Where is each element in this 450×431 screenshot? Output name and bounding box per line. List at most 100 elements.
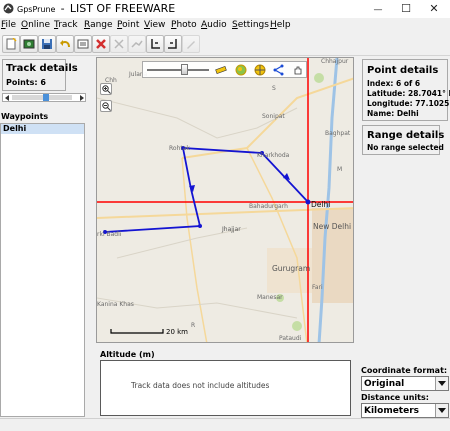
point-name: Name: Delhi xyxy=(367,109,419,118)
delete-range-icon xyxy=(131,40,143,48)
park-area xyxy=(292,321,302,331)
distance-units-select[interactable]: Kilometers xyxy=(361,403,449,418)
set-range-end-button[interactable] xyxy=(164,35,182,53)
map-label-s: S xyxy=(272,85,276,92)
track-points-count: Points: 6 xyxy=(6,78,46,87)
drag-hand-icon[interactable] xyxy=(292,64,304,76)
menu-online[interactable]: Online xyxy=(21,19,50,31)
zoom-out-icon xyxy=(102,102,111,111)
set-range-start-button[interactable] xyxy=(146,35,164,53)
edit-point-button[interactable] xyxy=(74,35,92,53)
map-label-kanina-khas: Kanina Khas xyxy=(97,301,134,308)
delete-point-button[interactable] xyxy=(92,35,110,53)
open-photo-button[interactable] xyxy=(20,35,38,53)
start-range-icon xyxy=(151,39,160,49)
app-name: GpsPrune xyxy=(17,5,56,14)
status-bar xyxy=(0,418,450,431)
track-details-panel: Track details Points: 6 xyxy=(2,59,78,91)
document-title: LIST OF FREEWARE xyxy=(69,2,176,15)
map-label-manesar: Manesar xyxy=(257,294,283,301)
map-label-pataudi: Pataudi xyxy=(279,335,302,342)
map-view[interactable]: Chhajpur Julana Chh S Sonipat Baghpat Ro… xyxy=(96,57,354,343)
altitude-chart-area: Track data does not include altitudes xyxy=(100,360,351,416)
map-label-baghpat: Baghpat xyxy=(325,130,351,137)
map-label-r: R xyxy=(191,322,195,329)
globe-icon[interactable] xyxy=(235,64,247,76)
menu-range[interactable]: Range xyxy=(84,19,113,31)
map-label-chhajpur: Chhajpur xyxy=(321,58,349,65)
coordinate-format-select[interactable]: Original xyxy=(361,376,449,391)
map-label-fari: Fari xyxy=(312,284,323,291)
list-item[interactable]: Delhi xyxy=(1,124,84,134)
close-icon: ✕ xyxy=(429,2,439,15)
menu-audio[interactable]: Audio xyxy=(201,19,227,31)
undo-icon xyxy=(60,40,70,48)
point-index: Index: 6 of 6 xyxy=(367,79,421,88)
title-bar: GpsPrune - LIST OF FREEWARE — ☐ ✕ xyxy=(0,0,450,18)
delete-range-button[interactable] xyxy=(128,35,146,53)
scroll-left-icon[interactable] xyxy=(4,95,10,101)
scrollbar-track xyxy=(12,95,72,100)
chevron-down-icon xyxy=(438,381,446,386)
new-file-icon xyxy=(6,38,17,50)
point-details-title: Point details xyxy=(367,65,439,76)
waypoints-title: Waypoints xyxy=(1,112,49,121)
dropdown-arrow[interactable] xyxy=(435,404,448,417)
dropdown-arrow[interactable] xyxy=(435,377,448,390)
distance-units-label: Distance units: xyxy=(361,393,429,402)
new-button[interactable] xyxy=(2,35,20,53)
window-title: GpsPrune - LIST OF FREEWARE xyxy=(17,2,175,16)
open-photo-icon xyxy=(23,39,35,49)
track-point xyxy=(198,224,202,228)
point-latitude: Latitude: 28.7041° N xyxy=(367,89,450,98)
map-canvas[interactable]: Chhajpur Julana Chh S Sonipat Baghpat Ro… xyxy=(97,58,354,343)
track-details-title: Track details xyxy=(6,63,78,74)
map-label-rohtak: Rohtak xyxy=(169,145,190,152)
altitude-message: Track data does not include altitudes xyxy=(131,381,270,390)
point-details-panel: Point details Index: 6 of 6 Latitude: 28… xyxy=(362,59,450,121)
cut-button[interactable] xyxy=(110,35,128,53)
track-point-selected xyxy=(305,199,311,205)
menu-point[interactable]: Point xyxy=(117,19,139,31)
map-label-m: M xyxy=(337,166,342,173)
coordinate-format-label: Coordinate format: xyxy=(361,366,448,375)
altitude-title: Altitude (m) xyxy=(100,350,155,359)
maximize-button[interactable]: ☐ xyxy=(392,0,420,18)
delete-icon xyxy=(96,39,106,49)
zoom-in-icon xyxy=(102,85,111,94)
points-value: 6 xyxy=(40,78,46,87)
menu-settings[interactable]: Settings xyxy=(232,19,269,31)
map-label-new-delhi: New Delhi xyxy=(313,222,351,231)
menu-photo[interactable]: Photo xyxy=(171,19,197,31)
compass-icon[interactable] xyxy=(254,64,266,76)
title-separator: - xyxy=(60,2,65,15)
point-scrollbar[interactable] xyxy=(2,93,86,102)
menu-view[interactable]: View xyxy=(144,19,165,31)
menu-file[interactable]: File xyxy=(1,19,16,31)
toolbar xyxy=(0,32,450,56)
map-label-gurugram: Gurugram xyxy=(272,264,310,273)
point-longitude: Longitude: 77.1025... xyxy=(367,99,450,108)
map-label-bahadurgarh: Bahadurgarh xyxy=(249,203,288,210)
close-button[interactable]: ✕ xyxy=(420,0,448,18)
map-scale-label: 20 km xyxy=(166,328,188,336)
distance-units-value: Kilometers xyxy=(364,406,420,416)
waypoint-list: Delhi xyxy=(0,123,85,417)
menu-track[interactable]: Track xyxy=(54,19,78,31)
undo-button[interactable] xyxy=(56,35,74,53)
save-button[interactable] xyxy=(38,35,56,53)
connect-points-icon[interactable] xyxy=(273,64,285,76)
draw-button[interactable] xyxy=(182,35,200,53)
range-details-title: Range details xyxy=(367,130,445,141)
menu-help[interactable]: Help xyxy=(270,19,291,31)
transparency-slider-track[interactable] xyxy=(147,69,209,71)
scroll-right-icon[interactable] xyxy=(79,95,85,101)
zoom-out-button[interactable] xyxy=(100,100,112,112)
save-icon xyxy=(42,39,52,49)
minimize-button[interactable]: — xyxy=(364,0,392,18)
points-label: Points: xyxy=(6,78,38,87)
zoom-in-button[interactable] xyxy=(100,83,112,95)
transparency-slider-thumb[interactable] xyxy=(181,64,188,75)
ruler-icon[interactable] xyxy=(215,64,227,76)
scrollbar-thumb[interactable] xyxy=(43,94,49,101)
